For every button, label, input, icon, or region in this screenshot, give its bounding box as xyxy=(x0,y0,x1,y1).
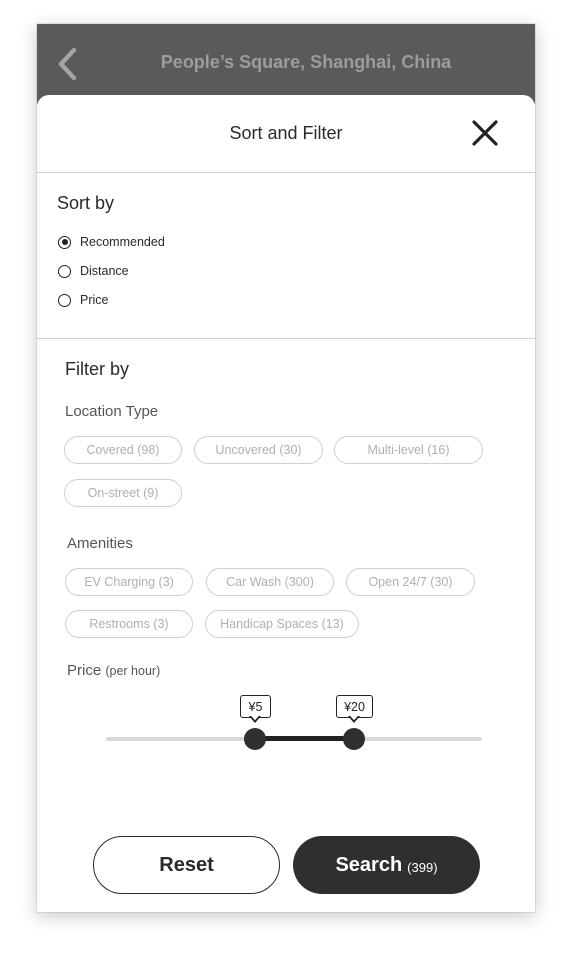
sort-option-price[interactable]: Price xyxy=(58,293,108,307)
sort-section: Sort by Recommended Distance Price xyxy=(37,173,535,339)
location-type-heading: Location Type xyxy=(65,403,159,420)
back-button[interactable] xyxy=(53,44,81,84)
sheet-header: Sort and Filter xyxy=(37,95,535,173)
price-heading: Price (per hour) xyxy=(67,662,160,679)
chip-restrooms[interactable]: Restrooms (3) xyxy=(65,610,193,638)
price-heading-label: Price xyxy=(67,662,102,679)
sort-option-recommended[interactable]: Recommended xyxy=(58,235,165,249)
search-button-label: Search xyxy=(335,853,403,876)
min-price-tooltip: ¥5 xyxy=(240,695,271,718)
amenities-heading: Amenities xyxy=(67,535,133,552)
sort-option-label: Price xyxy=(80,293,109,307)
sort-option-distance[interactable]: Distance xyxy=(58,264,129,278)
filter-heading: Filter by xyxy=(65,359,130,379)
chip-covered[interactable]: Covered (98) xyxy=(64,436,182,464)
min-price-handle[interactable] xyxy=(244,728,266,750)
chip-open-24-7[interactable]: Open 24/7 (30) xyxy=(346,568,475,596)
sort-option-label: Distance xyxy=(80,264,129,278)
slider-selected-range xyxy=(255,736,353,741)
search-result-count: (399) xyxy=(407,859,438,875)
close-icon xyxy=(472,120,498,146)
max-price-tooltip: ¥20 xyxy=(336,695,373,718)
reset-button[interactable]: Reset xyxy=(93,836,280,894)
close-button[interactable] xyxy=(469,117,501,149)
top-bar: People’s Square, Shanghai, China xyxy=(37,24,535,104)
max-price-label: ¥20 xyxy=(344,699,365,714)
chip-on-street[interactable]: On-street (9) xyxy=(64,479,182,507)
radio-unselected-icon xyxy=(58,264,71,278)
chip-multi-level[interactable]: Multi-level (16) xyxy=(334,436,483,464)
radio-selected-icon xyxy=(58,235,71,249)
chevron-left-icon xyxy=(58,47,77,81)
chip-handicap-spaces[interactable]: Handicap Spaces (13) xyxy=(205,610,359,638)
phone-screen: People’s Square, Shanghai, China Sort an… xyxy=(37,24,535,912)
chip-uncovered[interactable]: Uncovered (30) xyxy=(194,436,323,464)
chip-car-wash[interactable]: Car Wash (300) xyxy=(206,568,334,596)
min-price-label: ¥5 xyxy=(248,699,263,714)
sheet-title: Sort and Filter xyxy=(229,123,343,143)
max-price-handle[interactable] xyxy=(343,728,365,750)
tooltip-pointer-icon xyxy=(348,716,360,723)
sort-option-label: Recommended xyxy=(80,235,165,249)
sort-filter-sheet: Sort and Filter Sort by Recommended Dist… xyxy=(37,95,535,912)
search-button[interactable]: Search (399) xyxy=(293,836,480,894)
radio-unselected-icon xyxy=(58,293,71,307)
price-unit: (per hour) xyxy=(105,664,161,678)
tooltip-pointer-icon xyxy=(249,716,261,723)
sort-heading: Sort by xyxy=(57,193,115,213)
chip-ev-charging[interactable]: EV Charging (3) xyxy=(65,568,193,596)
location-title: People’s Square, Shanghai, China xyxy=(160,52,452,72)
